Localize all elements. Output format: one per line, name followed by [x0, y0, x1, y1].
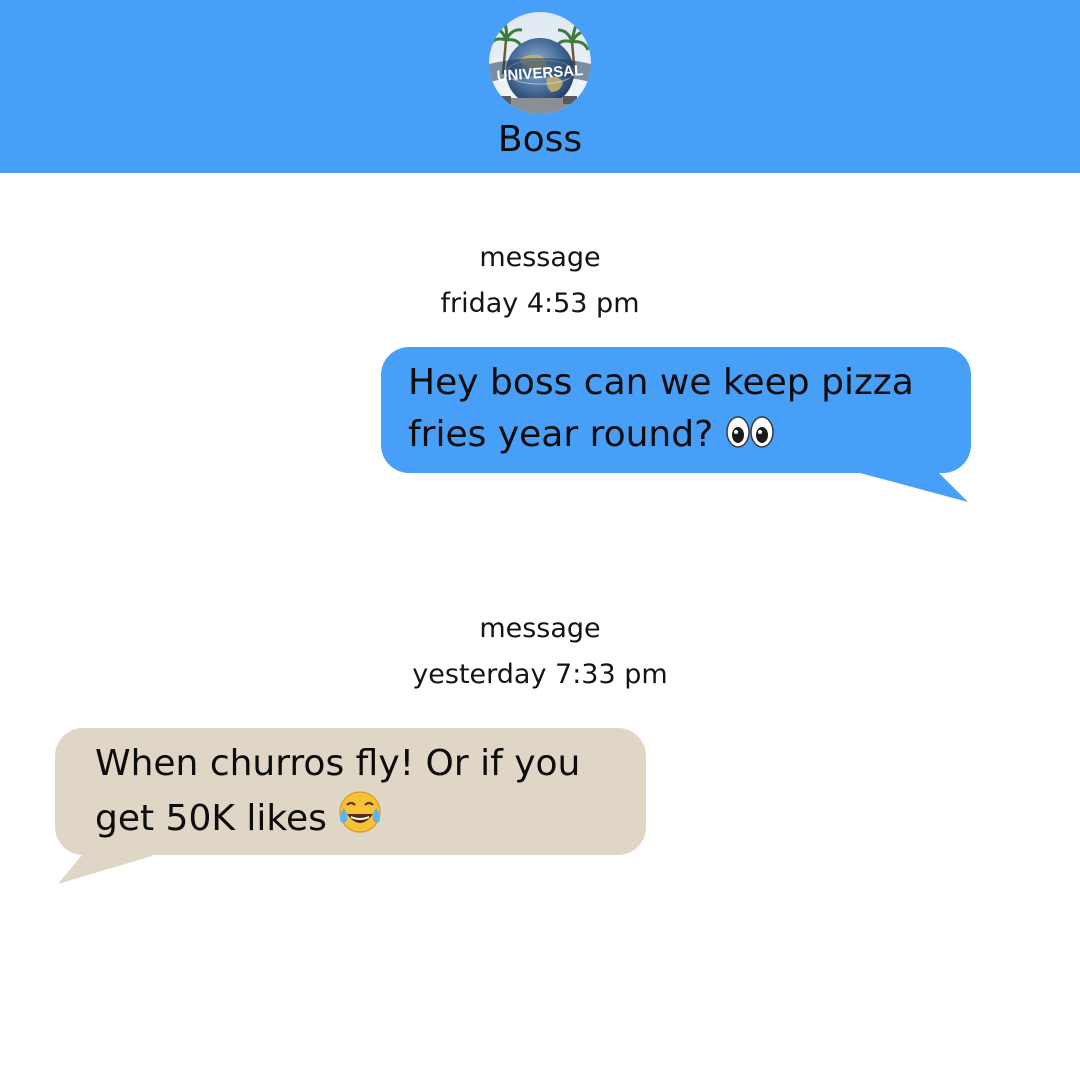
sent-message-line1: Hey boss can we keep pizza [408, 362, 914, 403]
chat-screen: UNIVERSAL Boss message friday 4:53 pm He… [0, 0, 1080, 1080]
tears-of-joy-emoji-icon [338, 790, 382, 834]
contact-avatar[interactable]: UNIVERSAL [489, 12, 591, 114]
message-timestamp: yesterday 7:33 pm [412, 659, 668, 690]
sent-message-line2-text: fries year round? [408, 414, 725, 455]
chat-header: UNIVERSAL Boss [0, 0, 1080, 173]
sent-message-line2: fries year round? [408, 409, 951, 461]
message-label: message [479, 613, 601, 644]
contact-name[interactable]: Boss [0, 118, 1080, 162]
eyes-emoji-icon [725, 414, 775, 450]
sent-message-bubble[interactable]: Hey boss can we keep pizza fries year ro… [381, 347, 971, 473]
received-message-line1: When churros fly! Or if you [95, 743, 581, 784]
received-message-line2: get 50K likes [95, 790, 626, 845]
received-message-bubble[interactable]: When churros fly! Or if you get 50K like… [55, 728, 646, 855]
received-message-line2-text: get 50K likes [95, 798, 339, 839]
message-timestamp: friday 4:53 pm [440, 288, 640, 319]
message-label: message [479, 242, 601, 273]
universal-globe-icon: UNIVERSAL [489, 12, 591, 114]
